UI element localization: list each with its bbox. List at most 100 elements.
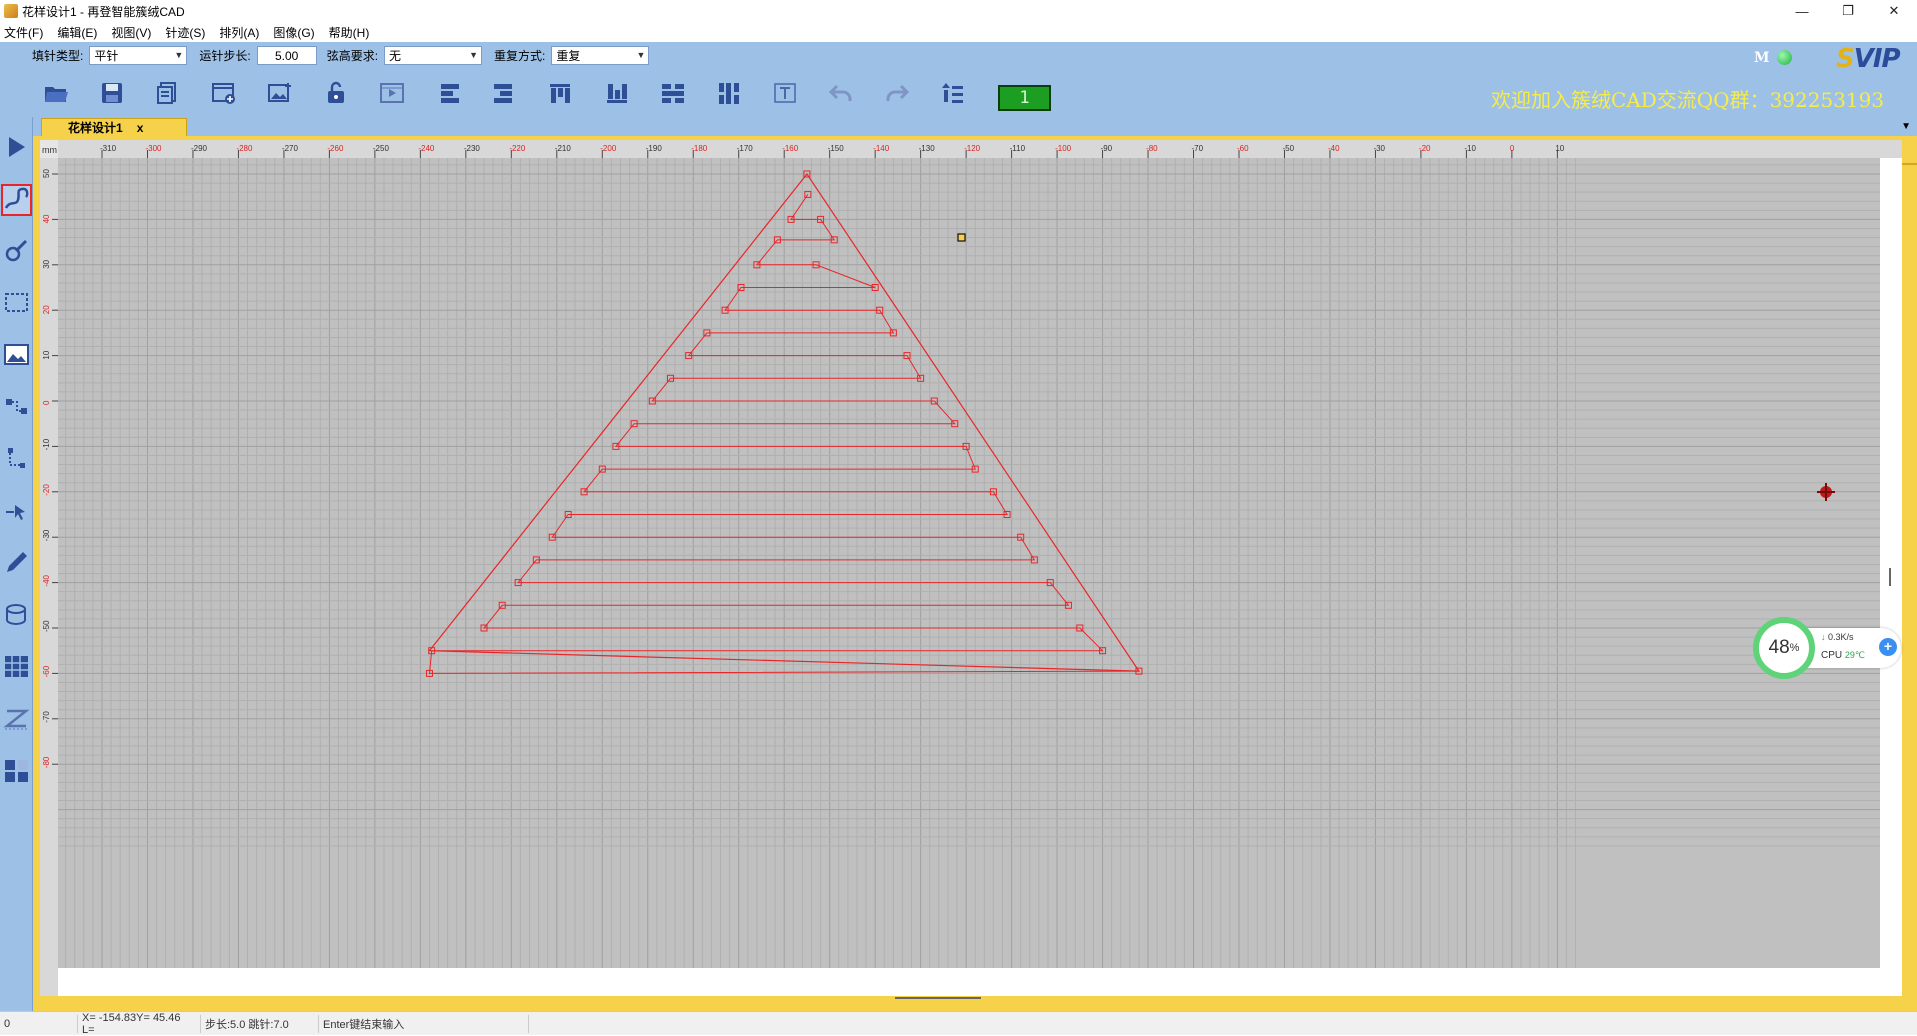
repeat-value: 重复 bbox=[556, 49, 581, 63]
distribute-vertical-icon[interactable] bbox=[716, 81, 742, 105]
tab-dropdown-icon[interactable]: ▼ bbox=[1901, 121, 1911, 132]
align-bottom-icon[interactable] bbox=[604, 81, 630, 105]
close-button[interactable]: ✕ bbox=[1871, 0, 1917, 22]
tab-label: 花样设计1 bbox=[68, 121, 123, 135]
tab-design-1[interactable]: 花样设计1 x bbox=[41, 118, 187, 136]
menu-help[interactable]: 帮助(H) bbox=[329, 24, 370, 41]
ruler-tick-label: 10 bbox=[42, 350, 51, 359]
fill-cylinder-icon[interactable] bbox=[3, 601, 30, 628]
redo-icon[interactable] bbox=[884, 81, 910, 105]
undo-icon[interactable] bbox=[828, 81, 854, 105]
fill-type-select[interactable]: 平针 ▼ bbox=[89, 46, 188, 65]
ruler-tick-label: -110 bbox=[1010, 144, 1026, 153]
cpu-temp: CPU 29℃ bbox=[1821, 650, 1866, 661]
repeat-label: 重复方式: bbox=[494, 49, 546, 63]
select-arrow-icon[interactable] bbox=[3, 134, 30, 161]
ruler-tick-label: -40 bbox=[42, 574, 51, 586]
tab-close-button[interactable]: x bbox=[137, 121, 144, 135]
design-canvas[interactable]: mm -310 -300 -290 -280 -270 -260 -250 -240 -230-… bbox=[33, 136, 1917, 1011]
ruler-tick-label: 40 bbox=[42, 214, 51, 223]
network-speed: ↓ 0.3K/s bbox=[1821, 632, 1854, 642]
stitch-edit-icon[interactable] bbox=[3, 237, 30, 264]
step-input[interactable]: 5.00 bbox=[256, 46, 317, 65]
chevron-down-icon: ▼ bbox=[636, 50, 646, 60]
ruler-tick-label: -60 bbox=[1237, 144, 1249, 153]
horizontal-scrollbar[interactable] bbox=[58, 968, 1880, 996]
status-dot-icon bbox=[1777, 50, 1792, 65]
ruler-tick-label: 10 bbox=[1555, 144, 1564, 153]
vertical-scroll-thumb[interactable] bbox=[1889, 568, 1891, 586]
menu-file[interactable]: 文件(F) bbox=[4, 24, 43, 41]
ruler-tick-label: -230 bbox=[464, 144, 481, 153]
align-top-icon[interactable] bbox=[547, 81, 573, 105]
grid-icon[interactable] bbox=[3, 653, 30, 680]
corner-icon[interactable] bbox=[3, 445, 30, 472]
save-icon[interactable] bbox=[99, 81, 125, 105]
ruler-tick-label: -260 bbox=[327, 144, 344, 153]
menu-image[interactable]: 图像(G) bbox=[273, 24, 314, 41]
qq-group-banner: 欢迎加入簇绒CAD交流QQ群：392253193 bbox=[1491, 88, 1885, 112]
menu-stitch[interactable]: 针迹(S) bbox=[165, 24, 205, 41]
ruler-tick-label: -10 bbox=[1464, 144, 1476, 153]
play-icon[interactable] bbox=[379, 81, 405, 105]
stitch-counter: 1 bbox=[998, 85, 1051, 111]
fill-type-label: 填针类型: bbox=[32, 49, 84, 63]
new-window-icon[interactable] bbox=[211, 81, 237, 105]
image-icon[interactable] bbox=[3, 341, 30, 368]
align-right-icon[interactable] bbox=[490, 81, 516, 105]
chevron-down-icon: ▼ bbox=[469, 50, 479, 60]
pointer-insert-icon[interactable] bbox=[3, 497, 30, 524]
left-toolbar bbox=[0, 117, 33, 1011]
ruler-tick-label: -150 bbox=[828, 144, 845, 153]
ruler-tick-label: -120 bbox=[964, 144, 981, 153]
curve-stitch-icon[interactable] bbox=[3, 186, 30, 213]
tile-blocks-icon[interactable] bbox=[3, 757, 30, 784]
node-edit-icon[interactable] bbox=[3, 393, 30, 420]
system-monitor-widget[interactable]: 48% ↓ 0.3K/s CPU 29℃ + bbox=[1753, 612, 1901, 682]
copy-doc-icon[interactable] bbox=[155, 81, 181, 105]
open-icon[interactable] bbox=[43, 81, 69, 105]
ruler-tick-label: -290 bbox=[191, 144, 208, 153]
step-label: 运针步长: bbox=[199, 49, 251, 63]
z-stitch-icon[interactable] bbox=[3, 705, 30, 732]
ruler-tick-label: -170 bbox=[737, 144, 754, 153]
ruler-tick-label: -10 bbox=[42, 438, 51, 450]
stitch-order-icon[interactable] bbox=[940, 81, 966, 105]
minimize-button[interactable]: — bbox=[1779, 0, 1825, 22]
widget-plus-button[interactable]: + bbox=[1879, 638, 1897, 656]
distribute-horizontal-icon[interactable] bbox=[660, 81, 686, 105]
menu-arrange[interactable]: 排列(A) bbox=[219, 24, 259, 41]
ruler-tick-label: -90 bbox=[1101, 144, 1113, 153]
chord-select[interactable]: 无 ▼ bbox=[384, 46, 483, 65]
app-logo-icon bbox=[4, 4, 18, 18]
unlock-icon[interactable] bbox=[323, 81, 349, 105]
chord-label: 弦高要求: bbox=[326, 49, 379, 63]
ruler-tick-label: -200 bbox=[600, 144, 617, 153]
repeat-select[interactable]: 重复 ▼ bbox=[551, 46, 650, 65]
ruler-tick-label: -30 bbox=[42, 529, 51, 541]
ruler-tick-label: -220 bbox=[509, 144, 526, 153]
ruler-tick-label: -310 bbox=[100, 144, 117, 153]
ruler-tick-label: -70 bbox=[42, 711, 51, 723]
horizontal-scroll-thumb[interactable] bbox=[895, 997, 981, 999]
chevron-down-icon: ▼ bbox=[174, 50, 184, 60]
rectangle-select-icon[interactable] bbox=[3, 289, 30, 316]
fill-type-value: 平针 bbox=[94, 49, 119, 63]
insert-image-icon[interactable] bbox=[267, 81, 293, 105]
ruler-tick-label: -130 bbox=[919, 144, 936, 153]
ruler-tick-label: -40 bbox=[1328, 144, 1340, 153]
text-icon[interactable] bbox=[772, 81, 798, 105]
ruler-tick-label: -210 bbox=[555, 144, 572, 153]
menu-view[interactable]: 视图(V) bbox=[111, 24, 151, 41]
ruler-tick-label: 50 bbox=[42, 169, 51, 178]
align-left-icon[interactable] bbox=[437, 81, 463, 105]
maximize-button[interactable]: ❐ bbox=[1825, 0, 1871, 22]
ruler-tick-label: -140 bbox=[873, 144, 890, 153]
menu-edit[interactable]: 编辑(E) bbox=[57, 24, 97, 41]
document-tab-strip: 花样设计1 x ▼ bbox=[33, 117, 1917, 136]
window-title: 花样设计1 - 再登智能簇绒CAD bbox=[22, 4, 185, 19]
current-stitch-marker[interactable] bbox=[957, 233, 966, 242]
ruler-tick-label: 0 bbox=[1510, 144, 1515, 153]
pen-icon[interactable] bbox=[3, 549, 30, 576]
ruler-unit: mm bbox=[42, 145, 57, 155]
